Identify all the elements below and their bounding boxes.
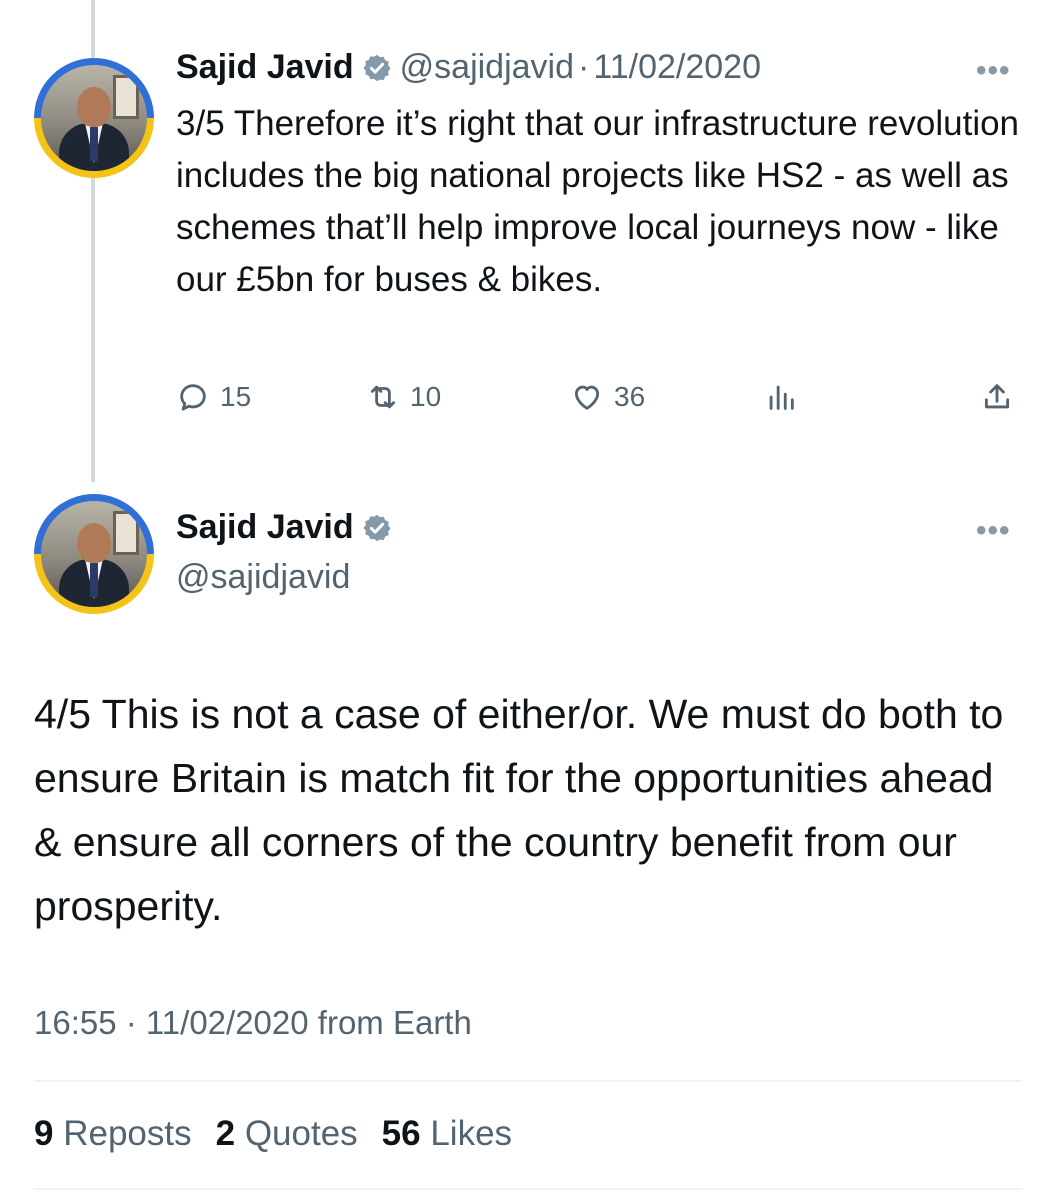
repost-count: 10 [410,381,442,412]
reply-count: 15 [220,381,252,412]
reply-icon [180,384,206,411]
tweet-text: 4/5 This is not a case of either/or. We … [34,691,1004,929]
divider [34,1080,1022,1082]
share-icon [984,384,1010,409]
reposts-stat[interactable]: 9 Reposts [34,1114,192,1154]
quotes-label: Quotes [244,1114,358,1153]
engagement-stats: 9 Reposts 2 Quotes 56 Likes [34,1114,512,1154]
repost-icon [370,385,396,409]
reply-button[interactable]: 15 [176,380,251,414]
tweet-actions-bar: 15 10 36 [176,380,1026,428]
more-options-icon[interactable]: ••• [976,54,1011,88]
author-name[interactable]: Sajid Javid [176,508,354,547]
reposts-label: Reposts [63,1114,192,1153]
divider [34,1188,1022,1190]
avatar-photo [41,501,147,607]
likes-stat[interactable]: 56 Likes [382,1114,512,1154]
more-options-icon[interactable]: ••• [976,514,1011,548]
tweet-header: Sajid Javid [176,508,400,547]
share-button[interactable] [980,380,1024,414]
quotes-count: 2 [215,1114,236,1153]
author-handle[interactable]: @sajidjavid [176,558,350,597]
like-button[interactable]: 36 [570,380,645,414]
author-name[interactable]: Sajid Javid [176,48,354,87]
verified-badge-icon [363,514,391,541]
tweet-text: 3/5 Therefore it’s right that our infras… [176,104,1020,299]
analytics-button[interactable] [764,380,808,414]
avatar-photo [41,65,147,171]
tweet-thread-view: Sajid Javid @sajidjavid · 11/02/2020 •••… [0,0,1056,1200]
likes-count: 56 [381,1114,421,1153]
tweet-header: Sajid Javid @sajidjavid · 11/02/2020 [176,48,761,87]
likes-label: Likes [430,1114,513,1153]
repost-button[interactable]: 10 [366,380,441,414]
tweet-timestamp[interactable]: 16:55 · 11/02/2020 from Earth [34,1004,472,1042]
heart-icon [574,385,600,410]
quotes-stat[interactable]: 2 Quotes [216,1114,358,1154]
verified-badge-icon [363,54,391,81]
author-handle-row: @sajidjavid [176,558,350,597]
like-count: 36 [614,381,646,412]
reposts-count: 9 [34,1114,54,1153]
avatar[interactable] [34,494,154,614]
avatar[interactable] [34,58,154,178]
author-handle[interactable]: @sajidjavid [400,48,574,87]
analytics-icon [769,385,794,410]
tweet-date[interactable]: 11/02/2020 [593,48,761,87]
separator-dot: · [578,48,590,86]
